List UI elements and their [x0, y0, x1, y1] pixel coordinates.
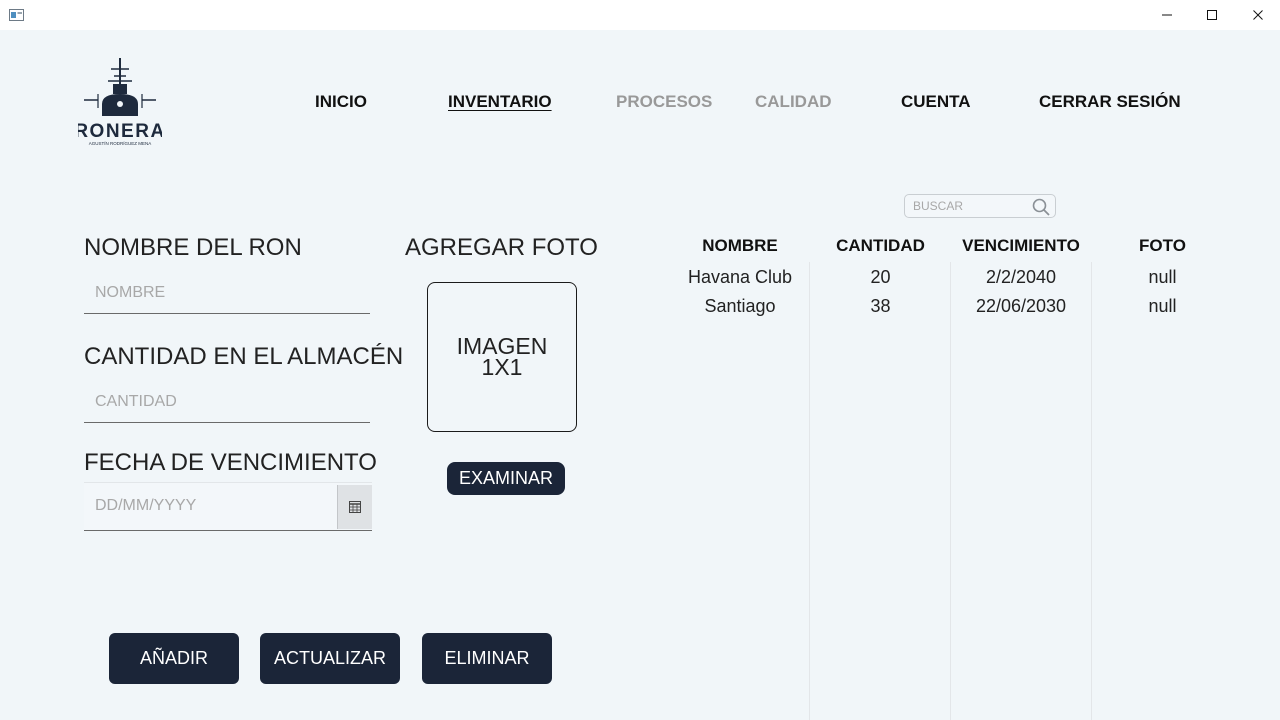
table-cell: null	[1148, 267, 1177, 287]
add-button[interactable]: AÑADIR	[109, 633, 239, 684]
maximize-button[interactable]	[1189, 0, 1235, 30]
table-cell: null	[1148, 296, 1177, 316]
table-cell: Havana Club	[687, 267, 793, 287]
nav-inventario[interactable]: INVENTARIO	[448, 92, 552, 112]
column-divider	[950, 262, 951, 720]
expiry-date-label: FECHA DE VENCIMIENTO	[84, 449, 377, 476]
logo-tagline-text: AGUSTÍN RODRÍGUEZ MENA	[89, 140, 152, 146]
nav-procesos[interactable]: PROCESOS	[616, 92, 712, 112]
expiry-date-input[interactable]	[84, 483, 336, 529]
expiry-date-picker	[84, 482, 372, 531]
update-button[interactable]: ACTUALIZAR	[260, 633, 400, 684]
browse-button[interactable]: EXAMINAR	[447, 462, 565, 495]
nav-cerrar-sesion[interactable]: CERRAR SESIÓN	[1039, 92, 1181, 112]
logo-brand-text: RONERA	[78, 121, 162, 142]
table-cell: 20	[870, 267, 891, 287]
search-input[interactable]	[905, 195, 1027, 217]
column-header-vencimiento[interactable]: VENCIMIENTO	[951, 236, 1091, 256]
column-header-nombre[interactable]: NOMBRE	[670, 236, 810, 256]
calendar-button[interactable]	[337, 485, 372, 529]
column-divider	[809, 262, 810, 720]
nav-calidad[interactable]: CALIDAD	[755, 92, 832, 112]
nav-inicio[interactable]: INICIO	[315, 92, 367, 112]
photo-preview: IMAGEN 1X1	[427, 282, 577, 432]
search-icon[interactable]	[1031, 197, 1051, 217]
name-label: NOMBRE DEL RON	[84, 234, 302, 261]
quantity-label: CANTIDAD EN EL ALMACÉN	[84, 343, 404, 370]
table-cell: 38	[870, 296, 891, 316]
column-header-foto[interactable]: FOTO	[1092, 236, 1233, 256]
maximize-icon	[1207, 10, 1217, 20]
table-cell: 22/06/2030	[975, 296, 1067, 316]
search-box	[904, 194, 1056, 218]
calendar-icon	[349, 501, 361, 513]
column-header-cantidad[interactable]: CANTIDAD	[810, 236, 951, 256]
table-cell: 2/2/2040	[985, 267, 1057, 287]
delete-button[interactable]: ELIMINAR	[422, 633, 552, 684]
minimize-icon	[1162, 14, 1172, 16]
add-photo-label: AGREGAR FOTO	[405, 234, 598, 261]
ronera-logo: RONERA AGUSTÍN RODRÍGUEZ MENA	[78, 58, 162, 146]
close-icon	[1253, 10, 1263, 20]
close-button[interactable]	[1235, 0, 1280, 30]
nav-cuenta[interactable]: CUENTA	[901, 92, 971, 112]
quantity-input[interactable]	[84, 381, 370, 423]
minimize-button[interactable]	[1144, 0, 1190, 30]
photo-placeholder-text: IMAGEN 1X1	[456, 333, 548, 380]
app-icon	[9, 9, 24, 21]
table-cell: Santiago	[704, 296, 776, 316]
name-input[interactable]	[84, 272, 370, 314]
title-bar	[0, 0, 1280, 30]
column-divider	[1091, 262, 1092, 720]
